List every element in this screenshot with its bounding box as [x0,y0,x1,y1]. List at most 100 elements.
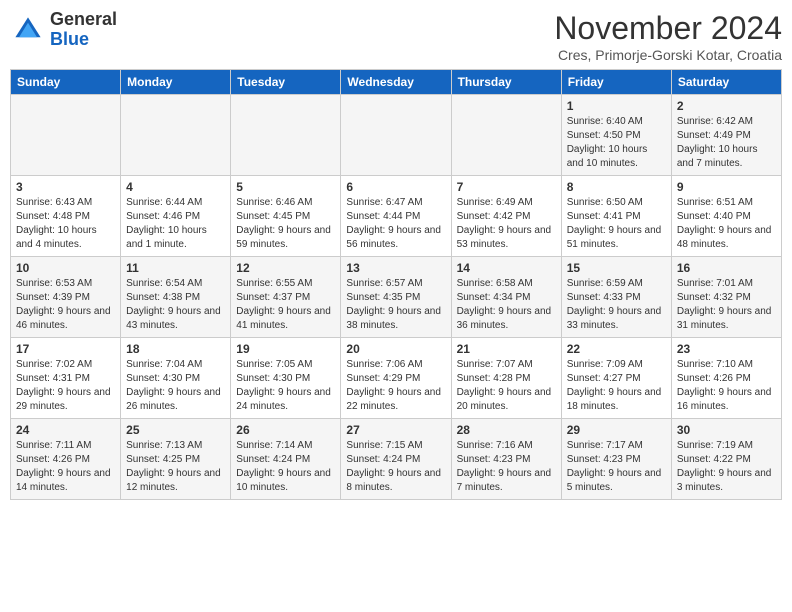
calendar-cell [121,95,231,176]
day-number: 12 [236,261,335,275]
day-number: 4 [126,180,225,194]
weekday-header-saturday: Saturday [671,70,781,95]
calendar-cell: 29Sunrise: 7:17 AM Sunset: 4:23 PM Dayli… [561,419,671,500]
day-info: Sunrise: 7:13 AM Sunset: 4:25 PM Dayligh… [126,439,225,495]
day-info: Sunrise: 7:07 AM Sunset: 4:28 PM Dayligh… [457,358,556,414]
day-number: 13 [346,261,445,275]
day-number: 26 [236,423,335,437]
day-number: 2 [677,99,776,113]
weekday-header-sunday: Sunday [11,70,121,95]
calendar-week-4: 17 Sunrise: 7:02 AM Sunset: 4:31 PM Dayli… [11,338,782,419]
calendar-cell: 10Sunrise: 6:53 AM Sunset: 4:39 PM Dayli… [11,257,121,338]
day-number: 9 [677,180,776,194]
day-number: 23 [677,342,776,356]
day-number: 22 [567,342,666,356]
day-number: 14 [457,261,556,275]
calendar-cell: 16Sunrise: 7:01 AM Sunset: 4:32 PM Dayli… [671,257,781,338]
day-number: 29 [567,423,666,437]
title-area: November 2024 Cres, Primorje-Gorski Kota… [554,10,782,63]
day-info: Sunrise: 7:04 AM Sunset: 4:30 PM Dayligh… [126,358,225,414]
calendar-cell [451,95,561,176]
day-info: Sunrise: 6:44 AM Sunset: 4:46 PM Dayligh… [126,196,225,252]
day-number: 24 [16,423,115,437]
day-info: Sunrise: 6:59 AM Sunset: 4:33 PM Dayligh… [567,277,666,333]
calendar-cell: 21 Sunrise: 7:07 AM Sunset: 4:28 PM Dayli… [451,338,561,419]
day-number: 30 [677,423,776,437]
day-info: Sunrise: 7:15 AM Sunset: 4:24 PM Dayligh… [346,439,445,495]
day-info: Sunrise: 6:58 AM Sunset: 4:34 PM Dayligh… [457,277,556,333]
calendar-week-5: 24 Sunrise: 7:11 AM Sunset: 4:26 PM Dayli… [11,419,782,500]
calendar-cell: 7 Sunrise: 6:49 AM Sunset: 4:42 PM Daylig… [451,176,561,257]
day-number: 17 [16,342,115,356]
calendar-cell: 18 Sunrise: 7:04 AM Sunset: 4:30 PM Dayli… [121,338,231,419]
calendar-cell: 3Sunrise: 6:43 AM Sunset: 4:48 PM Daylig… [11,176,121,257]
calendar-cell: 15 Sunrise: 6:59 AM Sunset: 4:33 PM Dayli… [561,257,671,338]
weekday-row: SundayMondayTuesdayWednesdayThursdayFrid… [11,70,782,95]
calendar-cell: 2 Sunrise: 6:42 AM Sunset: 4:49 PM Daylig… [671,95,781,176]
day-info: Sunrise: 6:42 AM Sunset: 4:49 PM Dayligh… [677,115,776,171]
calendar-cell: 20Sunrise: 7:06 AM Sunset: 4:29 PM Dayli… [341,338,451,419]
day-number: 20 [346,342,445,356]
day-info: Sunrise: 6:46 AM Sunset: 4:45 PM Dayligh… [236,196,335,252]
weekday-header-tuesday: Tuesday [231,70,341,95]
day-number: 25 [126,423,225,437]
logo-blue: Blue [50,29,89,49]
calendar-week-2: 3Sunrise: 6:43 AM Sunset: 4:48 PM Daylig… [11,176,782,257]
calendar-cell: 17 Sunrise: 7:02 AM Sunset: 4:31 PM Dayli… [11,338,121,419]
day-number: 7 [457,180,556,194]
calendar-cell: 11 Sunrise: 6:54 AM Sunset: 4:38 PM Dayli… [121,257,231,338]
day-info: Sunrise: 7:10 AM Sunset: 4:26 PM Dayligh… [677,358,776,414]
calendar-cell [11,95,121,176]
day-info: Sunrise: 7:05 AM Sunset: 4:30 PM Dayligh… [236,358,335,414]
calendar-cell: 26 Sunrise: 7:14 AM Sunset: 4:24 PM Dayli… [231,419,341,500]
day-info: Sunrise: 6:54 AM Sunset: 4:38 PM Dayligh… [126,277,225,333]
calendar-cell: 4 Sunrise: 6:44 AM Sunset: 4:46 PM Daylig… [121,176,231,257]
weekday-header-monday: Monday [121,70,231,95]
day-info: Sunrise: 7:09 AM Sunset: 4:27 PM Dayligh… [567,358,666,414]
calendar-cell: 9Sunrise: 6:51 AM Sunset: 4:40 PM Daylig… [671,176,781,257]
weekday-header-thursday: Thursday [451,70,561,95]
day-info: Sunrise: 7:02 AM Sunset: 4:31 PM Dayligh… [16,358,115,414]
calendar-week-3: 10Sunrise: 6:53 AM Sunset: 4:39 PM Dayli… [11,257,782,338]
calendar-cell: 25 Sunrise: 7:13 AM Sunset: 4:25 PM Dayli… [121,419,231,500]
calendar-cell: 14 Sunrise: 6:58 AM Sunset: 4:34 PM Dayli… [451,257,561,338]
calendar-cell: 28 Sunrise: 7:16 AM Sunset: 4:23 PM Dayli… [451,419,561,500]
calendar-cell [231,95,341,176]
day-number: 27 [346,423,445,437]
calendar-week-1: 1Sunrise: 6:40 AM Sunset: 4:50 PM Daylig… [11,95,782,176]
calendar-cell: 6Sunrise: 6:47 AM Sunset: 4:44 PM Daylig… [341,176,451,257]
calendar-cell: 30Sunrise: 7:19 AM Sunset: 4:22 PM Dayli… [671,419,781,500]
logo: General Blue [10,10,117,50]
day-info: Sunrise: 7:11 AM Sunset: 4:26 PM Dayligh… [16,439,115,495]
day-info: Sunrise: 7:16 AM Sunset: 4:23 PM Dayligh… [457,439,556,495]
calendar-cell: 22 Sunrise: 7:09 AM Sunset: 4:27 PM Dayli… [561,338,671,419]
day-number: 8 [567,180,666,194]
calendar-table: SundayMondayTuesdayWednesdayThursdayFrid… [10,69,782,500]
calendar-cell: 23 Sunrise: 7:10 AM Sunset: 4:26 PM Dayli… [671,338,781,419]
day-info: Sunrise: 6:50 AM Sunset: 4:41 PM Dayligh… [567,196,666,252]
day-info: Sunrise: 6:40 AM Sunset: 4:50 PM Dayligh… [567,115,666,171]
day-number: 18 [126,342,225,356]
day-info: Sunrise: 7:14 AM Sunset: 4:24 PM Dayligh… [236,439,335,495]
calendar-cell: 5Sunrise: 6:46 AM Sunset: 4:45 PM Daylig… [231,176,341,257]
day-number: 19 [236,342,335,356]
day-number: 11 [126,261,225,275]
calendar-cell: 24 Sunrise: 7:11 AM Sunset: 4:26 PM Dayli… [11,419,121,500]
calendar-cell: 13 Sunrise: 6:57 AM Sunset: 4:35 PM Dayli… [341,257,451,338]
calendar-cell: 8 Sunrise: 6:50 AM Sunset: 4:41 PM Daylig… [561,176,671,257]
page-header: General Blue November 2024 Cres, Primorj… [10,10,782,63]
logo-general: General [50,9,117,29]
calendar-cell: 27 Sunrise: 7:15 AM Sunset: 4:24 PM Dayli… [341,419,451,500]
weekday-header-wednesday: Wednesday [341,70,451,95]
month-title: November 2024 [554,10,782,47]
day-number: 21 [457,342,556,356]
day-info: Sunrise: 6:57 AM Sunset: 4:35 PM Dayligh… [346,277,445,333]
calendar-body: 1Sunrise: 6:40 AM Sunset: 4:50 PM Daylig… [11,95,782,500]
day-info: Sunrise: 6:43 AM Sunset: 4:48 PM Dayligh… [16,196,115,252]
day-number: 15 [567,261,666,275]
calendar-cell: 19 Sunrise: 7:05 AM Sunset: 4:30 PM Dayli… [231,338,341,419]
calendar-cell [341,95,451,176]
day-number: 28 [457,423,556,437]
day-info: Sunrise: 6:53 AM Sunset: 4:39 PM Dayligh… [16,277,115,333]
day-info: Sunrise: 6:49 AM Sunset: 4:42 PM Dayligh… [457,196,556,252]
